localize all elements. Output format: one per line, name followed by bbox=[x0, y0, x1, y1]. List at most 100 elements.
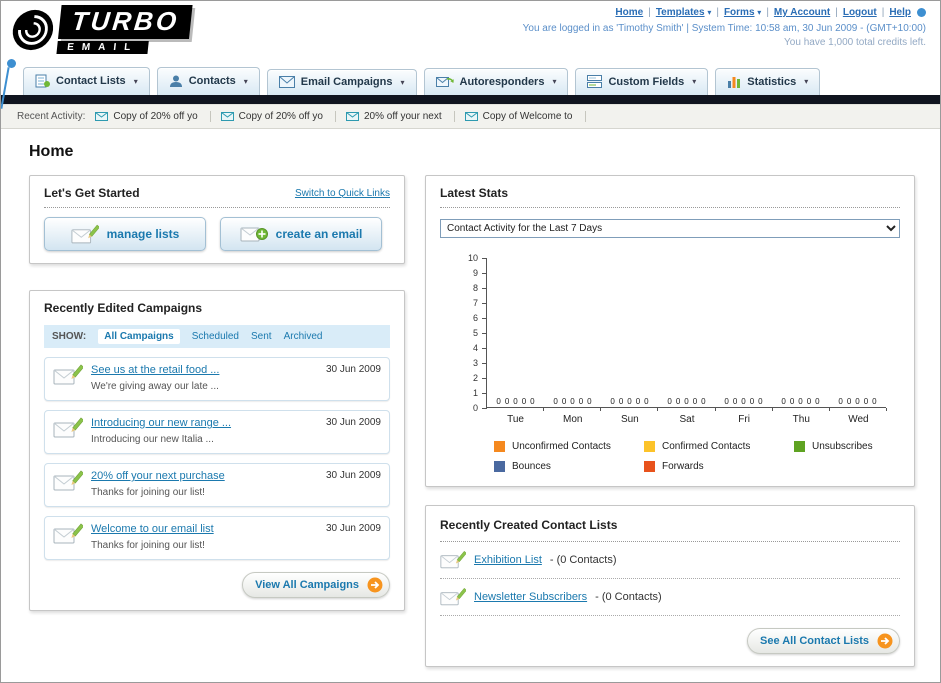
contact-list-link[interactable]: Exhibition List bbox=[474, 554, 542, 566]
email-icon bbox=[464, 112, 478, 121]
header-link-home[interactable]: Home bbox=[615, 7, 643, 18]
divider bbox=[440, 207, 900, 208]
recent-activity-item[interactable]: Copy of Welcome to bbox=[464, 111, 586, 122]
recent-activity-item[interactable]: 20% off your next bbox=[345, 111, 455, 122]
latest-stats-panel: Latest Stats Contact Activity for the La… bbox=[425, 175, 915, 487]
contact-lists-panel-title: Recently Created Contact Lists bbox=[440, 518, 618, 532]
tab-contacts[interactable]: Contacts ▾ bbox=[156, 67, 260, 95]
recent-activity-item-label: Copy of 20% off yo bbox=[238, 111, 323, 122]
legend-item: Bounces bbox=[494, 461, 644, 472]
left-column: Let's Get Started Switch to Quick Links … bbox=[29, 175, 405, 611]
tab-label: Contacts bbox=[188, 75, 236, 87]
chart-column: 00000 bbox=[610, 397, 649, 406]
email-icon bbox=[345, 112, 359, 121]
right-column: Latest Stats Contact Activity for the La… bbox=[425, 175, 915, 667]
pencil-envelope-icon bbox=[440, 587, 466, 607]
legend-swatch bbox=[794, 441, 805, 452]
chart-plot: 0 1 2 3 4 5 6 7 8 9 10 000000000000000000000000000… bbox=[468, 253, 886, 413]
recent-activity-bar: Recent Activity: Copy of 20% off yo Copy… bbox=[1, 104, 940, 129]
tab-label: Email Campaigns bbox=[300, 76, 393, 88]
pencil-envelope-icon bbox=[71, 224, 99, 245]
stats-period-select[interactable]: Contact Activity for the Last 7 Days bbox=[440, 219, 900, 238]
campaign-row: Welcome to our email list Thanks for joi… bbox=[44, 516, 390, 560]
header: TURBO EMAIL Home | Templates ▾ | Forms ▾ | My … bbox=[1, 1, 940, 109]
campaign-title-link[interactable]: 20% off your next purchase bbox=[91, 470, 318, 482]
tab-label: Contact Lists bbox=[56, 75, 126, 87]
dropdown-arrow-icon: ▾ bbox=[757, 8, 762, 17]
turbo-email-logo[interactable]: TURBO EMAIL bbox=[8, 5, 194, 54]
legend-item: Forwards bbox=[644, 461, 794, 472]
campaigns-panel-title: Recently Edited Campaigns bbox=[44, 301, 203, 315]
campaign-date: 30 Jun 2009 bbox=[325, 470, 381, 481]
filter-all-campaigns[interactable]: All Campaigns bbox=[98, 329, 180, 344]
tab-statistics[interactable]: Statistics ▾ bbox=[715, 68, 821, 95]
pencil-envelope-icon bbox=[53, 364, 83, 386]
contact-lists-icon bbox=[35, 74, 50, 88]
separator: | bbox=[648, 7, 651, 18]
logo-subtitle: EMAIL bbox=[56, 41, 149, 54]
contact-list-row: Exhibition List - (0 Contacts) bbox=[440, 542, 900, 579]
see-all-contact-lists-button[interactable]: See All Contact Lists bbox=[746, 628, 900, 654]
tab-autoresponders[interactable]: Autoresponders ▾ bbox=[423, 68, 569, 95]
arrow-right-icon bbox=[877, 633, 893, 649]
email-campaigns-icon bbox=[278, 76, 295, 88]
recent-activity-item-label: Copy of 20% off yo bbox=[113, 111, 198, 122]
recent-activity-item[interactable]: Copy of 20% off yo bbox=[220, 111, 336, 122]
campaign-date: 30 Jun 2009 bbox=[325, 417, 381, 428]
chart-column: 00000 bbox=[724, 397, 763, 406]
main-content: Home Let's Get Started Switch to Quick L… bbox=[1, 129, 940, 667]
contact-list-detail: - (0 Contacts) bbox=[595, 591, 662, 603]
tab-label: Autoresponders bbox=[459, 75, 545, 88]
campaign-title-link[interactable]: Welcome to our email list bbox=[91, 523, 318, 535]
campaign-title-link[interactable]: Introducing our new range ... bbox=[91, 417, 318, 429]
contact-list-link[interactable]: Newsletter Subscribers bbox=[474, 591, 587, 603]
view-all-campaigns-button[interactable]: View All Campaigns bbox=[242, 572, 390, 598]
recent-activity-item[interactable]: Copy of 20% off yo bbox=[95, 111, 211, 122]
recently-edited-campaigns-panel: Recently Edited Campaigns SHOW: All Camp… bbox=[29, 290, 405, 611]
campaign-subtitle: Thanks for joining our list! bbox=[91, 540, 205, 551]
pencil-envelope-icon bbox=[53, 523, 83, 545]
tab-custom-fields[interactable]: Custom Fields ▾ bbox=[575, 68, 709, 95]
arrow-right-icon bbox=[367, 577, 383, 593]
contact-list-row: Newsletter Subscribers - (0 Contacts) bbox=[440, 579, 900, 616]
header-link-my-account[interactable]: My Account bbox=[774, 7, 830, 18]
campaign-title-link[interactable]: See us at the retail food ... bbox=[91, 364, 318, 376]
legend-swatch bbox=[494, 441, 505, 452]
dropdown-arrow-icon: ▾ bbox=[243, 76, 248, 86]
campaign-subtitle: Thanks for joining our list! bbox=[91, 487, 205, 498]
chart-column: 00000 bbox=[781, 397, 820, 406]
corner-dot bbox=[917, 7, 926, 17]
legend-item: Unconfirmed Contacts bbox=[494, 441, 644, 452]
header-link-forms[interactable]: Forms bbox=[724, 7, 755, 18]
campaign-filter-bar: SHOW: All Campaigns Scheduled Sent Archi… bbox=[44, 325, 390, 348]
manage-lists-button[interactable]: manage lists bbox=[44, 217, 206, 251]
dropdown-arrow-icon: ▾ bbox=[804, 77, 809, 86]
separator: | bbox=[716, 7, 719, 18]
header-link-templates[interactable]: Templates bbox=[656, 7, 705, 18]
header-link-logout[interactable]: Logout bbox=[843, 7, 877, 18]
chart-legend: Unconfirmed Contacts Confirmed Contacts Un… bbox=[494, 441, 940, 472]
credits-info: You have 1,000 total credits left. bbox=[784, 37, 926, 48]
logo-title: TURBO bbox=[58, 5, 194, 39]
tab-contact-lists[interactable]: Contact Lists ▾ bbox=[23, 67, 150, 95]
legend-item: Unsubscribes bbox=[794, 441, 940, 452]
filter-sent[interactable]: Sent bbox=[251, 331, 272, 342]
pencil-envelope-icon bbox=[53, 470, 83, 492]
x-axis-label: Wed bbox=[848, 414, 869, 425]
contact-list-detail: - (0 Contacts) bbox=[549, 554, 617, 566]
filter-archived[interactable]: Archived bbox=[284, 331, 323, 342]
create-email-button[interactable]: create an email bbox=[220, 217, 382, 251]
tab-email-campaigns[interactable]: Email Campaigns ▾ bbox=[266, 69, 417, 95]
campaign-row: Introducing our new range ... Introducin… bbox=[44, 410, 390, 454]
header-link-help[interactable]: Help bbox=[889, 7, 911, 18]
filter-scheduled[interactable]: Scheduled bbox=[192, 331, 239, 342]
page-title: Home bbox=[29, 143, 74, 160]
dropdown-arrow-icon: ▾ bbox=[692, 77, 697, 86]
tab-label: Custom Fields bbox=[608, 75, 685, 88]
recent-activity-item-label: Copy of Welcome to bbox=[482, 111, 573, 122]
campaign-row: 20% off your next purchase Thanks for jo… bbox=[44, 463, 390, 507]
dropdown-arrow-icon: ▾ bbox=[400, 77, 405, 87]
chart-plot-columns: 00000 00000 00000 00000 00000 00000 00000 bbox=[487, 258, 886, 407]
switch-quick-links-link[interactable]: Switch to Quick Links bbox=[295, 188, 390, 199]
campaign-subtitle: We're giving away our late ... bbox=[91, 381, 219, 392]
